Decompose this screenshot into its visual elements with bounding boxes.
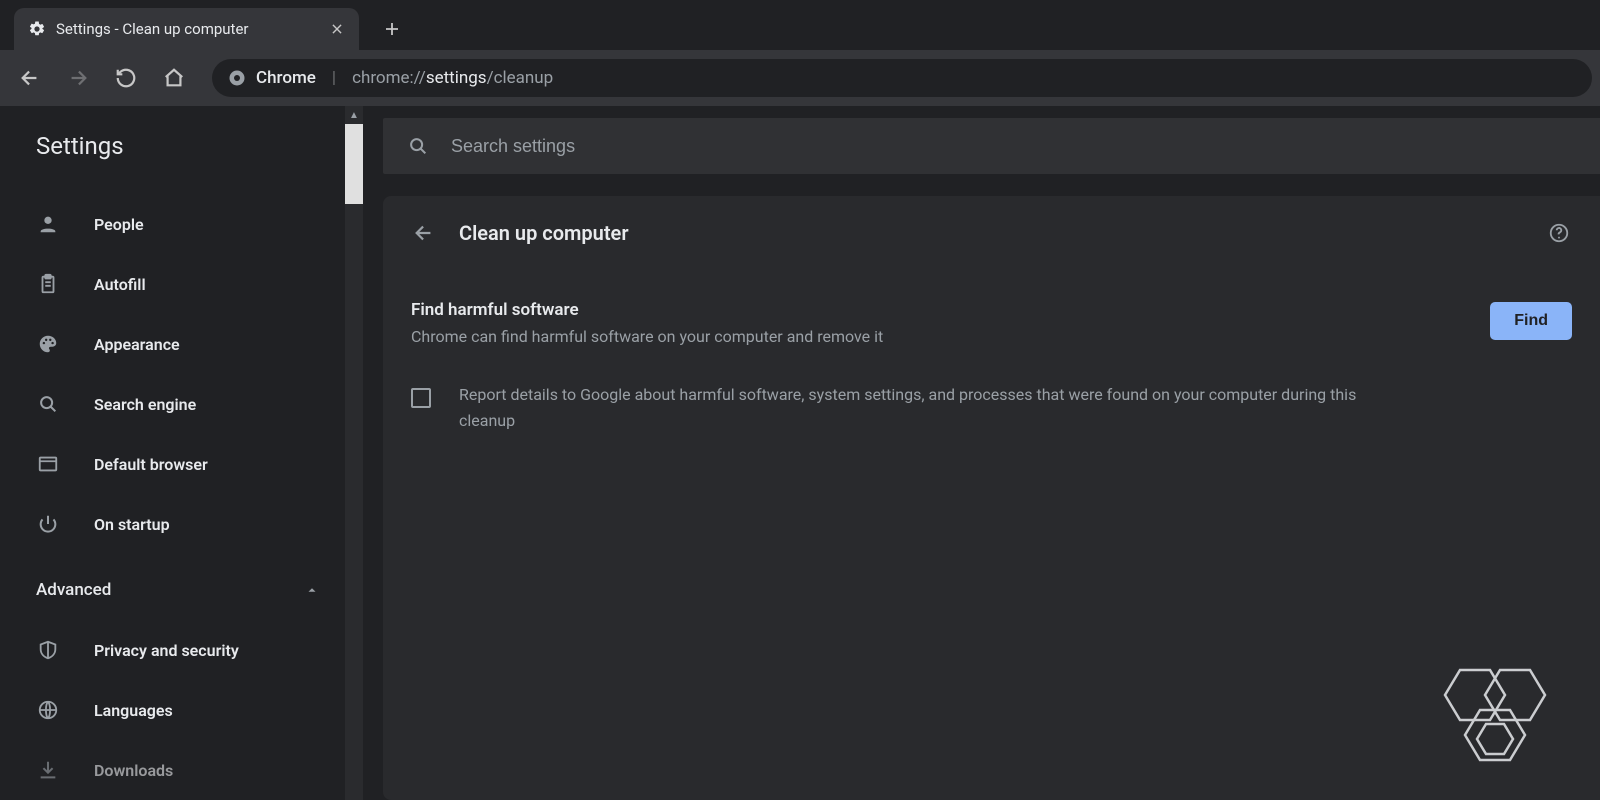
- browser-tab[interactable]: Settings - Clean up computer: [14, 8, 359, 50]
- sidebar-item-search-engine[interactable]: Search engine: [0, 374, 363, 434]
- sidebar-item-downloads[interactable]: Downloads: [0, 740, 363, 800]
- report-checkbox[interactable]: [411, 388, 431, 408]
- browser-icon: [36, 452, 60, 476]
- home-button[interactable]: [152, 56, 196, 100]
- clipboard-icon: [36, 272, 60, 296]
- browser-toolbar: Chrome | chrome://settings/cleanup: [0, 50, 1600, 106]
- sidebar-item-label: Appearance: [94, 335, 180, 354]
- tab-title: Settings - Clean up computer: [56, 20, 319, 38]
- sidebar-section-advanced[interactable]: Advanced: [0, 560, 363, 620]
- gear-icon: [28, 20, 46, 38]
- find-harmful-row: Find harmful software Chrome can find ha…: [411, 294, 1572, 372]
- search-settings-box[interactable]: [383, 118, 1600, 174]
- sidebar-item-default-browser[interactable]: Default browser: [0, 434, 363, 494]
- sidebar-item-label: On startup: [94, 515, 170, 534]
- sidebar-item-privacy[interactable]: Privacy and security: [0, 620, 363, 680]
- chrome-badge-icon: [228, 69, 246, 87]
- new-tab-button[interactable]: [375, 12, 409, 46]
- settings-main: Clean up computer Find harmful software …: [363, 106, 1600, 800]
- palette-icon: [36, 332, 60, 356]
- sidebar-item-label: Downloads: [94, 761, 173, 780]
- address-bar[interactable]: Chrome | chrome://settings/cleanup: [212, 59, 1592, 97]
- scrollbar-up-arrow[interactable]: ▲: [345, 106, 363, 124]
- find-subtext: Chrome can find harmful software on your…: [411, 326, 1466, 348]
- cleanup-card: Clean up computer Find harmful software …: [383, 196, 1600, 800]
- help-icon[interactable]: [1546, 220, 1572, 246]
- settings-sidebar: Settings People Autofill Appearance: [0, 106, 363, 800]
- find-button[interactable]: Find: [1490, 302, 1572, 340]
- chevron-up-icon: [305, 583, 319, 597]
- find-heading: Find harmful software: [411, 300, 1466, 320]
- sidebar-item-autofill[interactable]: Autofill: [0, 254, 363, 314]
- sidebar-item-label: People: [94, 215, 144, 234]
- search-icon: [407, 135, 429, 157]
- sidebar-scrollbar-track[interactable]: ▲: [345, 106, 363, 800]
- close-icon[interactable]: [329, 21, 345, 37]
- sidebar-item-label: Search engine: [94, 395, 196, 414]
- power-icon: [36, 512, 60, 536]
- report-text: Report details to Google about harmful s…: [459, 382, 1379, 433]
- search-settings-input[interactable]: [451, 136, 1576, 157]
- sidebar-item-label: Privacy and security: [94, 641, 239, 660]
- sidebar-item-languages[interactable]: Languages: [0, 680, 363, 740]
- tab-strip: Settings - Clean up computer: [0, 0, 1600, 50]
- sidebar-section-label: Advanced: [36, 580, 111, 600]
- sidebar-item-on-startup[interactable]: On startup: [0, 494, 363, 554]
- omnibox-separator: |: [326, 68, 342, 88]
- omnibox-origin: Chrome: [256, 68, 316, 88]
- page-title: Settings: [0, 106, 363, 186]
- back-arrow-button[interactable]: [411, 220, 437, 246]
- omnibox-url-host: settings: [426, 68, 487, 88]
- sidebar-item-people[interactable]: People: [0, 194, 363, 254]
- back-button[interactable]: [8, 56, 52, 100]
- watermark-logo: [1410, 660, 1560, 770]
- main-header: [363, 106, 1600, 186]
- forward-button[interactable]: [56, 56, 100, 100]
- globe-icon: [36, 698, 60, 722]
- sidebar-item-label: Default browser: [94, 455, 208, 474]
- sidebar-item-appearance[interactable]: Appearance: [0, 314, 363, 374]
- reload-button[interactable]: [104, 56, 148, 100]
- sidebar-item-label: Languages: [94, 701, 173, 720]
- person-icon: [36, 212, 60, 236]
- omnibox-url-path: /cleanup: [487, 68, 554, 88]
- search-icon: [36, 392, 60, 416]
- sidebar-item-label: Autofill: [94, 275, 146, 294]
- shield-icon: [36, 638, 60, 662]
- settings-page: Settings People Autofill Appearance: [0, 106, 1600, 800]
- omnibox-url-scheme: chrome://: [352, 68, 426, 88]
- report-row: Report details to Google about harmful s…: [411, 372, 1572, 433]
- card-title: Clean up computer: [459, 221, 629, 245]
- download-icon: [36, 758, 60, 782]
- sidebar-scrollbar-thumb[interactable]: [345, 124, 363, 204]
